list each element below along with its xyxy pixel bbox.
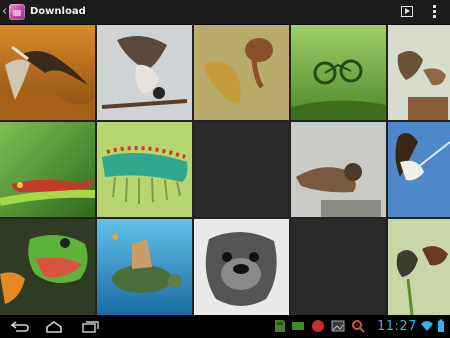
picture-icon xyxy=(331,320,345,332)
record-icon xyxy=(312,320,324,332)
slideshow-icon[interactable] xyxy=(401,6,413,17)
thumbnail-bird-on-plant[interactable] xyxy=(388,219,450,315)
thumbnail-frog-mouth-open[interactable] xyxy=(0,219,95,315)
thumbnail-eagle-diving[interactable] xyxy=(388,122,450,217)
system-bar: 11:27 xyxy=(0,315,450,338)
thumbnail-caterpillar[interactable] xyxy=(97,122,192,217)
album-title[interactable]: Download xyxy=(30,5,86,19)
thumbnail-turtle-underwater[interactable] xyxy=(97,219,192,315)
thumbnail-snail-bicycle[interactable] xyxy=(291,25,386,120)
screen-icon xyxy=(292,322,304,330)
back-icon[interactable] xyxy=(10,319,30,334)
thumbnail-bird-feeding-chick[interactable] xyxy=(388,25,450,120)
battery-icon xyxy=(438,319,444,332)
gallery-app-icon[interactable] xyxy=(9,4,25,20)
action-bar: ‹ Download xyxy=(0,0,450,25)
thumbnail-falcon-on-branch[interactable] xyxy=(97,25,192,120)
home-icon[interactable] xyxy=(44,319,64,334)
photo-grid xyxy=(0,25,450,315)
thumbnail-empty-1[interactable] xyxy=(194,122,289,217)
status-time: 11:27 xyxy=(377,319,417,334)
thumbnail-pug-portrait[interactable] xyxy=(194,219,289,315)
thumbnail-heron-flying[interactable] xyxy=(0,25,95,120)
thumbnail-lizard-on-leaf[interactable] xyxy=(0,122,95,217)
sd-card-icon xyxy=(275,320,285,332)
thumbnail-empty-2[interactable] xyxy=(291,219,386,315)
search-icon xyxy=(352,320,365,333)
wifi-icon xyxy=(421,321,433,331)
overflow-menu-icon[interactable] xyxy=(433,5,436,19)
recent-apps-icon[interactable] xyxy=(80,319,100,334)
thumbnail-fish-and-snail[interactable] xyxy=(194,25,289,120)
thumbnail-sparrow-bathing[interactable] xyxy=(291,122,386,217)
